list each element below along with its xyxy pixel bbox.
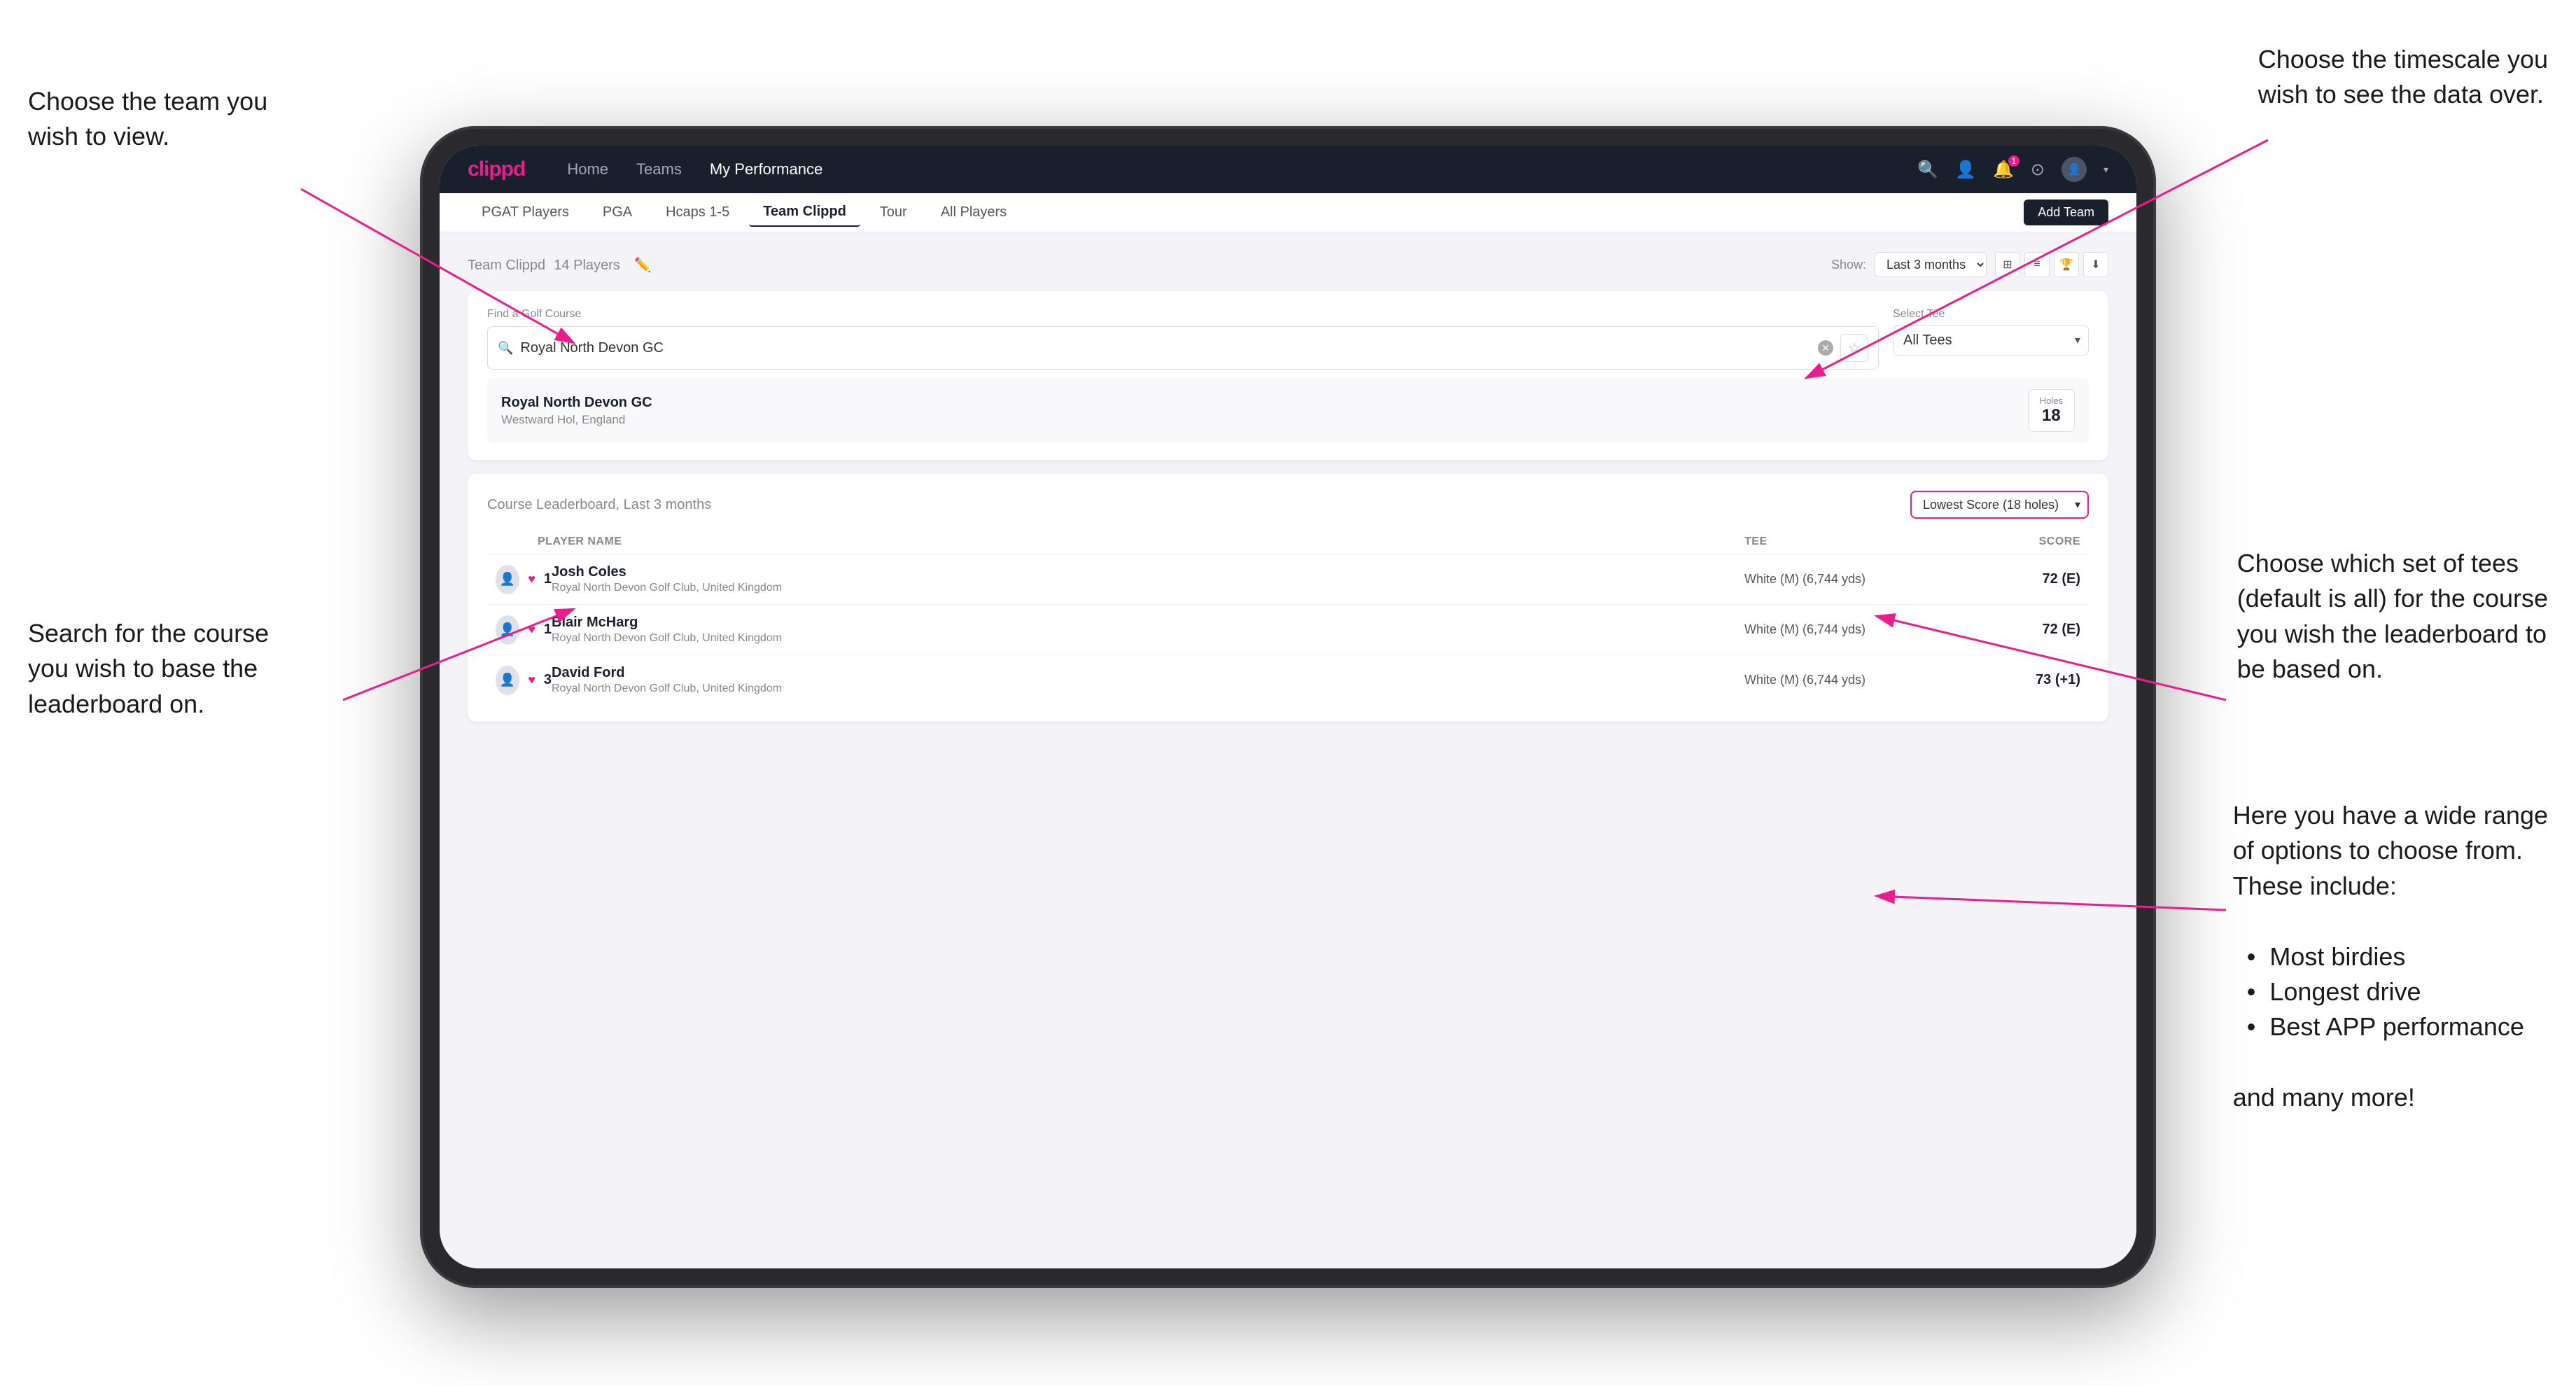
search-icon[interactable]: 🔍 [1917, 160, 1938, 180]
rank-3: 3 [544, 672, 552, 688]
people-icon[interactable]: 👤 [1955, 160, 1976, 180]
main-content: Team Clippd 14 Players ✏️ Show: Last 3 m… [440, 232, 2136, 1268]
favorite-icon-3[interactable]: ♥ [528, 673, 536, 687]
view-icons: ⊞ ≡ 🏆 ⬇ [1995, 252, 2108, 277]
annotation-tees: Choose which set of tees(default is all)… [2237, 546, 2548, 687]
avatar-chevron-icon[interactable]: ▾ [2104, 164, 2108, 176]
course-search-card: Find a Golf Course 🔍 ✕ ☆ Select Tee Al [468, 291, 2108, 460]
player-info-3: David Ford Royal North Devon Golf Club, … [552, 665, 1744, 695]
leaderboard-section: Course Leaderboard, Last 3 months Lowest… [468, 474, 2108, 722]
favorite-icon-1[interactable]: ♥ [528, 572, 536, 587]
player-info-1: Josh Coles Royal North Devon Golf Club, … [552, 564, 1744, 594]
nav-icons: 🔍 👤 🔔 1 ⊙ 👤 ▾ [1917, 157, 2108, 182]
score-type-select[interactable]: Lowest Score (18 holes) [1910, 491, 2089, 519]
bell-icon[interactable]: 🔔 1 [1993, 160, 2014, 180]
player-score-1: 72 (E) [1954, 571, 2080, 587]
show-label: Show: [1831, 258, 1866, 272]
tee-select-wrapper: Select Tee All Tees ▾ [1893, 308, 2089, 356]
sub-nav-tour[interactable]: Tour [866, 199, 921, 226]
notification-badge: 1 [2008, 155, 2019, 167]
player-tee-3: White (M) (6,744 yds) [1744, 673, 1954, 687]
player-tee-1: White (M) (6,744 yds) [1744, 572, 1954, 587]
course-search-input[interactable] [520, 340, 1811, 356]
rank-2: 1 [544, 622, 552, 638]
trophy-view-button[interactable]: 🏆 [2054, 252, 2079, 277]
player-tee-2: White (M) (6,744 yds) [1744, 622, 1954, 637]
grid-view-button[interactable]: ⊞ [1995, 252, 2020, 277]
player-score-3: 73 (+1) [1954, 672, 2080, 688]
edit-icon[interactable]: ✏️ [634, 256, 652, 274]
leaderboard-header: Course Leaderboard, Last 3 months Lowest… [487, 491, 2089, 519]
sub-nav-pgat[interactable]: PGAT Players [468, 199, 583, 226]
rank-1: 1 [544, 571, 552, 587]
tablet-screen: clippd Home Teams My Performance 🔍 👤 🔔 1… [440, 146, 2136, 1268]
sub-nav-team-clippd[interactable]: Team Clippd [749, 198, 860, 227]
app-logo: clippd [468, 158, 525, 181]
table-row: 👤 ♥ 1 Blair McHarg Royal North Devon Gol… [487, 605, 2089, 655]
player-score-2: 72 (E) [1954, 622, 2080, 638]
sub-nav-all-players[interactable]: All Players [927, 199, 1021, 226]
annotation-top-left: Choose the team youwish to view. [28, 84, 267, 155]
course-result-name: Royal North Devon GC [501, 395, 652, 411]
course-result-location: Westward Hol, England [501, 413, 652, 427]
rank-cell-1: 👤 ♥ 1 [496, 565, 552, 594]
player-club-1: Royal North Devon Golf Club, United King… [552, 582, 1744, 594]
player-name-3: David Ford [552, 665, 1744, 681]
leaderboard-table: PLAYER NAME TEE SCORE 👤 ♥ 1 Josh Coles [487, 530, 2089, 705]
download-button[interactable]: ⬇ [2083, 252, 2108, 277]
player-name-1: Josh Coles [552, 564, 1744, 580]
player-club-3: Royal North Devon Golf Club, United King… [552, 682, 1744, 695]
col-header-tee: TEE [1744, 536, 1954, 548]
rank-cell-3: 👤 ♥ 3 [496, 666, 552, 695]
search-clear-button[interactable]: ✕ [1818, 340, 1833, 356]
sub-nav: PGAT Players PGA Hcaps 1-5 Team Clippd T… [440, 193, 2136, 232]
show-select[interactable]: Last 3 months [1875, 252, 1987, 277]
nav-link-home[interactable]: Home [567, 160, 608, 178]
sub-nav-hcaps[interactable]: Hcaps 1-5 [652, 199, 743, 226]
col-header-score: SCORE [1954, 536, 2080, 548]
tee-select-label: Select Tee [1893, 308, 2089, 321]
add-team-button[interactable]: Add Team [2024, 200, 2108, 225]
course-search-input-wrapper: 🔍 ✕ ☆ [487, 326, 1879, 370]
player-club-2: Royal North Devon Golf Club, United King… [552, 632, 1744, 645]
search-magnifier-icon: 🔍 [498, 341, 513, 356]
list-view-button[interactable]: ≡ [2024, 252, 2050, 277]
player-avatar-1: 👤 [496, 565, 519, 594]
tablet-frame: clippd Home Teams My Performance 🔍 👤 🔔 1… [420, 126, 2156, 1288]
leaderboard-title: Course Leaderboard, Last 3 months [487, 497, 711, 513]
show-controls: Show: Last 3 months ⊞ ≡ 🏆 ⬇ [1831, 252, 2108, 277]
nav-link-teams[interactable]: Teams [636, 160, 682, 178]
holes-badge: Holes 18 [2028, 389, 2075, 432]
find-course-label: Find a Golf Course [487, 308, 1879, 321]
player-avatar-2: 👤 [496, 615, 519, 645]
player-avatar-3: 👤 [496, 666, 519, 695]
course-result: Royal North Devon GC Westward Hol, Engla… [487, 378, 2089, 443]
annotation-top-right: Choose the timescale youwish to see the … [2258, 42, 2548, 113]
table-row: 👤 ♥ 1 Josh Coles Royal North Devon Golf … [487, 554, 2089, 605]
holes-label: Holes [2040, 396, 2063, 406]
search-star-button[interactable]: ☆ [1840, 334, 1868, 362]
sub-nav-pga[interactable]: PGA [589, 199, 646, 226]
table-header-row: PLAYER NAME TEE SCORE [487, 530, 2089, 554]
favorite-icon-2[interactable]: ♥ [528, 622, 536, 637]
annotation-options: Here you have a wide rangeof options to … [2233, 798, 2548, 1116]
settings-icon[interactable]: ⊙ [2031, 160, 2045, 180]
nav-bar: clippd Home Teams My Performance 🔍 👤 🔔 1… [440, 146, 2136, 193]
team-header: Team Clippd 14 Players ✏️ Show: Last 3 m… [468, 252, 2108, 277]
nav-link-my-performance[interactable]: My Performance [710, 160, 822, 178]
col-header-player: PLAYER NAME [496, 536, 1744, 548]
player-name-2: Blair McHarg [552, 615, 1744, 631]
rank-cell-2: 👤 ♥ 1 [496, 615, 552, 645]
score-type-wrapper: Lowest Score (18 holes) [1910, 491, 2089, 519]
player-info-2: Blair McHarg Royal North Devon Golf Club… [552, 615, 1744, 645]
tee-select[interactable]: All Tees [1893, 325, 2089, 356]
team-title: Team Clippd 14 Players [468, 255, 620, 274]
holes-value: 18 [2042, 406, 2061, 425]
annotation-bottom-left: Search for the courseyou wish to base th… [28, 616, 269, 722]
user-avatar[interactable]: 👤 [2062, 157, 2087, 182]
table-row: 👤 ♥ 3 David Ford Royal North Devon Golf … [487, 655, 2089, 705]
